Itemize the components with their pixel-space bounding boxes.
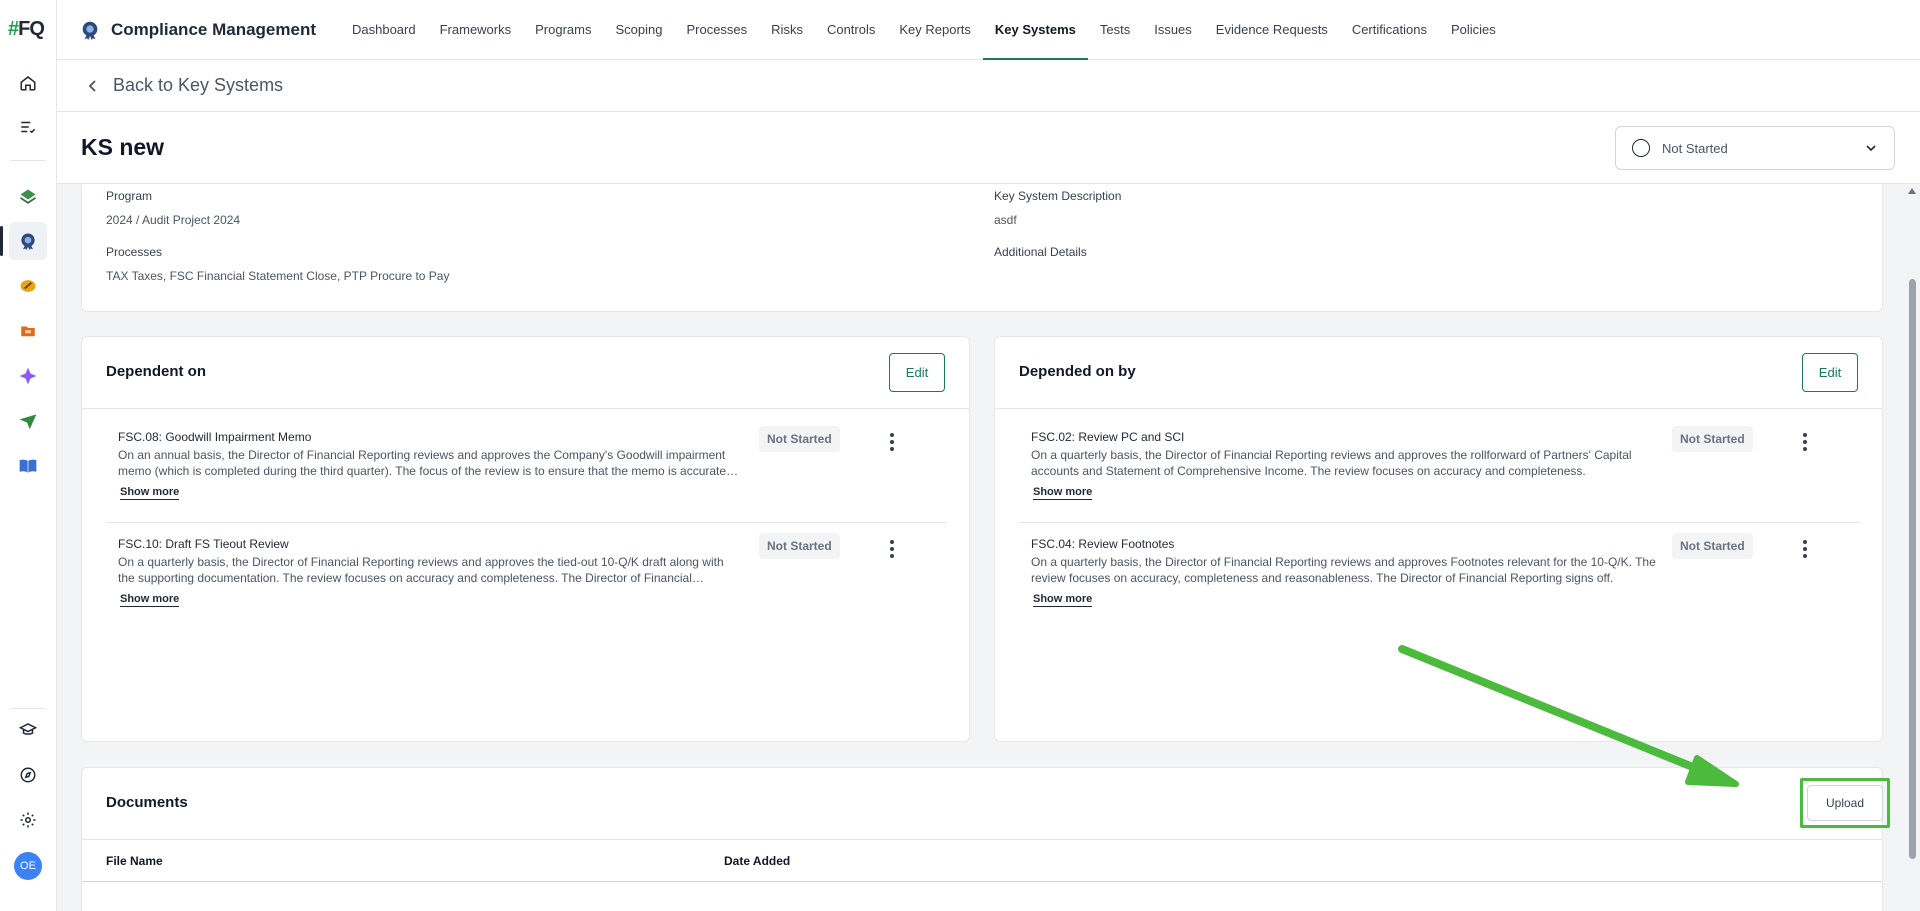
app-title-text: Compliance Management (111, 19, 316, 39)
control-description: On a quarterly basis, the Director of Fi… (1031, 448, 1632, 478)
chevron-left-icon (88, 79, 96, 92)
scroll-thumb[interactable] (1909, 279, 1916, 859)
status-select[interactable]: Not Started (1615, 126, 1895, 170)
back-bar: Back to Key Systems (57, 60, 1920, 112)
dependent-on-title: Dependent on (106, 363, 206, 380)
column-header-date-added[interactable]: Date Added (724, 854, 790, 868)
depended-on-by-card: Depended on by Edit FSC.02: Review PC an… (994, 336, 1883, 742)
gear-icon[interactable] (9, 801, 47, 839)
list-item: FSC.10: Draft FS Tieout Review On a quar… (106, 523, 947, 630)
risk-icon[interactable] (9, 267, 47, 305)
list-item: FSC.08: Goodwill Impairment Memo On an a… (106, 416, 947, 523)
documents-title: Documents (106, 794, 188, 811)
control-name[interactable]: FSC.02: Review PC and SCI (1031, 430, 1184, 444)
chevron-down-icon (1866, 145, 1876, 152)
nav-evidence-requests[interactable]: Evidence Requests (1204, 0, 1340, 60)
tasks-icon[interactable] (9, 108, 47, 146)
page-title: KS new (81, 134, 165, 160)
compliance-icon[interactable] (0, 222, 47, 260)
control-description: On a quarterly basis, the Director of Fi… (1031, 555, 1656, 585)
description-value: asdf (994, 213, 1017, 227)
status-badge: Not Started (759, 426, 840, 452)
additional-details-label: Additional Details (994, 245, 1087, 259)
documents-card: Documents Upload File Name Date Added (81, 767, 1890, 911)
nav-risks[interactable]: Risks (759, 0, 815, 60)
control-description: On a quarterly basis, the Director of Fi… (118, 555, 724, 585)
send-icon[interactable] (9, 402, 47, 440)
dependent-on-header: Dependent on Edit (82, 337, 969, 409)
nav-scoping[interactable]: Scoping (603, 0, 674, 60)
depended-on-by-edit-button[interactable]: Edit (1802, 353, 1858, 392)
rail-divider (10, 708, 46, 709)
dependent-on-card: Dependent on Edit FSC.08: Goodwill Impai… (81, 336, 970, 742)
list-item: FSC.02: Review PC and SCI On a quarterly… (1019, 416, 1860, 523)
program-value: 2024 / Audit Project 2024 (106, 213, 241, 227)
nav-issues[interactable]: Issues (1142, 0, 1204, 60)
description-label: Key System Description (994, 189, 1122, 203)
learn-icon[interactable] (9, 711, 47, 749)
show-more-link[interactable]: Show more (1033, 593, 1093, 607)
compliance-logo-icon (82, 21, 98, 40)
depended-on-by-title: Depended on by (1019, 363, 1136, 380)
more-options-icon[interactable] (882, 430, 902, 454)
program-label: Program (106, 189, 153, 203)
more-options-icon[interactable] (1795, 430, 1815, 454)
nav-key-systems[interactable]: Key Systems (982, 0, 1088, 60)
back-link[interactable]: Back to Key Systems (87, 75, 283, 96)
rail-divider (10, 160, 46, 161)
documents-header: Documents Upload (82, 768, 1890, 840)
scrollbar[interactable] (1905, 184, 1920, 911)
show-more-link[interactable]: Show more (120, 486, 180, 500)
details-card: Program 2024 / Audit Project 2024 Proces… (81, 184, 1883, 312)
status-badge: Not Started (1672, 533, 1753, 559)
show-more-link[interactable]: Show more (1033, 486, 1093, 500)
layers-icon[interactable] (9, 178, 47, 216)
folder-icon[interactable] (9, 312, 47, 350)
more-options-icon[interactable] (1795, 537, 1815, 561)
dependent-on-edit-button[interactable]: Edit (889, 353, 945, 392)
more-options-icon[interactable] (882, 537, 902, 561)
control-description: On an annual basis, the Director of Fina… (118, 448, 727, 478)
book-icon[interactable] (9, 447, 47, 485)
title-bar: KS new Not Started (57, 112, 1920, 184)
main-nav: Dashboard Frameworks Programs Scoping Pr… (340, 0, 1508, 60)
column-header-file-name[interactable]: File Name (106, 854, 163, 868)
status-circle-icon (1632, 139, 1650, 157)
list-item: FSC.04: Review Footnotes On a quarterly … (1019, 523, 1860, 630)
compass-icon[interactable] (9, 756, 47, 794)
processes-label: Processes (106, 245, 163, 259)
control-name[interactable]: FSC.04: Review Footnotes (1031, 537, 1174, 551)
avatar[interactable]: OE (14, 852, 42, 880)
status-badge: Not Started (759, 533, 840, 559)
nav-dashboard[interactable]: Dashboard (340, 0, 428, 60)
show-more-link[interactable]: Show more (120, 593, 180, 607)
nav-programs[interactable]: Programs (523, 0, 603, 60)
nav-certifications[interactable]: Certifications (1340, 0, 1439, 60)
nav-tests[interactable]: Tests (1088, 0, 1142, 60)
content-area: Program 2024 / Audit Project 2024 Proces… (57, 184, 1905, 911)
app-logo[interactable]: #FQ (8, 18, 45, 41)
sparkle-icon[interactable] (9, 357, 47, 395)
nav-frameworks[interactable]: Frameworks (428, 0, 524, 60)
control-name[interactable]: FSC.08: Goodwill Impairment Memo (118, 430, 311, 444)
depended-on-by-header: Depended on by Edit (995, 337, 1882, 409)
control-name[interactable]: FSC.10: Draft FS Tieout Review (118, 537, 289, 551)
nav-processes[interactable]: Processes (674, 0, 759, 60)
table-header-divider (82, 881, 1882, 882)
top-navigation-bar: Compliance Management Dashboard Framewor… (57, 0, 1920, 60)
left-rail: #FQ OE (0, 0, 57, 911)
status-select-value: Not Started (1662, 140, 1728, 156)
home-icon[interactable] (9, 64, 47, 102)
upload-highlight: Upload (1800, 778, 1890, 828)
back-link-label: Back to Key Systems (113, 75, 284, 95)
nav-controls[interactable]: Controls (815, 0, 887, 60)
upload-button[interactable]: Upload (1807, 785, 1883, 821)
app-title[interactable]: Compliance Management (79, 19, 316, 41)
status-badge: Not Started (1672, 426, 1753, 452)
scroll-up-icon[interactable] (1908, 188, 1916, 194)
nav-policies[interactable]: Policies (1439, 0, 1508, 60)
nav-key-reports[interactable]: Key Reports (887, 0, 983, 60)
processes-value: TAX Taxes, FSC Financial Statement Close… (106, 269, 450, 283)
